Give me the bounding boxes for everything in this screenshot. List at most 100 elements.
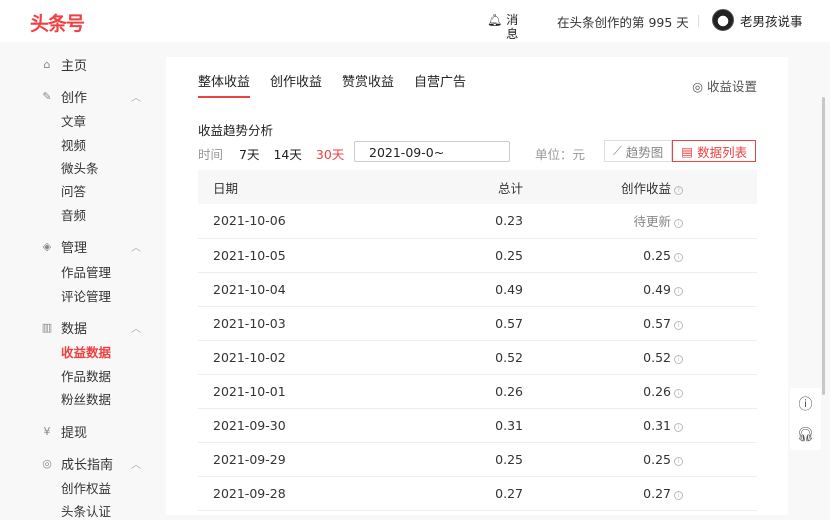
layers-icon: ◈: [42, 240, 52, 253]
range-30d[interactable]: 30天: [316, 144, 344, 163]
unit-label: 单位：元: [535, 147, 586, 162]
table-row: 2021-09-30 0.31 0.31 i: [198, 408, 757, 443]
creation-days: 在头条创作的第 995 天: [557, 15, 689, 30]
yen-icon: ¥: [43, 425, 51, 438]
trend-view-button[interactable]: ⟋ 趋势图: [604, 140, 673, 162]
cell-date: 2021-09-29: [198, 442, 403, 477]
list-view-button[interactable]: ▤ 数据列表: [672, 140, 757, 162]
line-chart-icon: ⟋: [613, 143, 622, 158]
help-icon[interactable]: ?: [674, 185, 683, 195]
sidebar-item-home[interactable]: ⌂ 主页: [40, 55, 88, 74]
messages-button[interactable]: 🔔︎ 消息: [487, 13, 519, 41]
headset-icon[interactable]: 🎧︎: [790, 419, 821, 450]
growth-icon: ◎: [42, 457, 52, 470]
cell-date: 2021-10-03: [198, 306, 403, 341]
chevron-up-icon[interactable]: ︿: [131, 89, 141, 104]
logo[interactable]: 头条号: [30, 9, 85, 36]
settings-icon: ◎: [692, 79, 703, 94]
income-table: 日期 总计 创作收益? 2021-10-06 0.23 待更新 i 2021-10-05…: [198, 170, 757, 511]
info-icon[interactable]: i: [674, 422, 683, 432]
cell-total: 0.26: [403, 374, 523, 409]
sidebar-item-works-data[interactable]: 作品数据: [61, 366, 111, 385]
cell-creation: 待更新 i: [523, 204, 757, 239]
table-row: 2021-10-06 0.23 待更新 i: [198, 204, 757, 239]
username: 老男孩说事: [740, 13, 803, 29]
tab-overall[interactable]: 整体收益: [198, 71, 251, 98]
info-icon[interactable]: i: [674, 388, 683, 398]
sidebar-item-growth[interactable]: ◎ 成长指南: [40, 454, 113, 473]
cell-total: 0.52: [403, 340, 523, 375]
cell-total: 0.23: [403, 204, 523, 239]
range-14d[interactable]: 14天: [273, 144, 301, 163]
sidebar-item-manage[interactable]: ◈ 管理: [40, 237, 87, 256]
sidebar-item-verification[interactable]: 头条认证: [61, 501, 111, 520]
cell-total: 0.27: [403, 476, 523, 511]
col-creation: 创作收益?: [523, 170, 757, 204]
sidebar-item-video[interactable]: 视频: [61, 135, 86, 154]
top-header: 头条号 🔔︎ 消息 在头条创作的第 995 天 老男孩说事: [0, 0, 830, 42]
cell-date: 2021-09-30: [198, 408, 403, 443]
range-7d[interactable]: 7天: [239, 144, 259, 163]
cell-date: 2021-10-04: [198, 272, 403, 307]
sidebar-item-article[interactable]: 文章: [61, 111, 86, 130]
info-icon[interactable]: i: [674, 490, 683, 500]
cell-total: 0.25: [403, 442, 523, 477]
sidebar-item-qa[interactable]: 问答: [61, 181, 86, 200]
cell-date: 2021-10-02: [198, 340, 403, 375]
cell-date: 2021-10-06: [198, 204, 403, 239]
sidebar-item-data[interactable]: ▥ 数据: [40, 318, 87, 337]
user-menu[interactable]: 老男孩说事: [712, 9, 803, 31]
sidebar-item-comments-manage[interactable]: 评论管理: [61, 286, 111, 305]
sidebar-item-income-data[interactable]: 收益数据: [61, 342, 111, 361]
chevron-up-icon[interactable]: ︿: [131, 456, 141, 471]
table-row: 2021-10-04 0.49 0.49 i: [198, 272, 757, 307]
tab-ads[interactable]: 自营广告: [414, 71, 466, 98]
sidebar-item-works-manage[interactable]: 作品管理: [61, 262, 111, 281]
bar-chart-icon: ▥: [41, 321, 53, 334]
info-icon[interactable]: i: [674, 354, 683, 364]
time-filter: 时间 7天 14天 30天: [198, 144, 358, 163]
cell-total: 0.25: [403, 238, 523, 273]
cell-creation: 0.27 i: [523, 476, 757, 511]
sidebar-item-fans-data[interactable]: 粉丝数据: [61, 389, 111, 408]
sidebar-item-weitoutiao[interactable]: 微头条: [61, 158, 99, 177]
income-settings-button[interactable]: ◎ 收益设置: [692, 76, 757, 95]
info-icon[interactable]: i: [674, 286, 683, 296]
section-title: 收益趋势分析: [198, 123, 274, 138]
scrollbar[interactable]: [822, 97, 825, 395]
cell-creation: 0.49 i: [523, 272, 757, 307]
sidebar-item-audio[interactable]: 音频: [61, 205, 86, 224]
date-range-input[interactable]: 2021-09-0~: [354, 141, 510, 162]
info-icon[interactable]: i: [674, 219, 683, 229]
chevron-up-icon[interactable]: ︿: [131, 320, 141, 335]
avatar: [712, 9, 734, 31]
help-icon[interactable]: ⓘ: [790, 388, 821, 419]
floating-tools: ⓘ 🎧︎: [790, 388, 821, 450]
sidebar-item-withdraw[interactable]: ¥ 提现: [40, 422, 88, 441]
chevron-up-icon[interactable]: ︿: [131, 239, 141, 254]
table-row: 2021-09-29 0.25 0.25 i: [198, 442, 757, 477]
bell-icon: 🔔︎: [487, 13, 503, 27]
table-icon: ▤: [681, 143, 694, 159]
pen-icon: ✎: [42, 90, 52, 103]
cell-creation: 0.57 i: [523, 306, 757, 341]
cell-creation: 0.25 i: [523, 238, 757, 273]
info-icon[interactable]: i: [674, 456, 683, 466]
home-icon: ⌂: [43, 58, 51, 71]
tab-creation[interactable]: 创作收益: [270, 71, 322, 98]
cell-date: 2021-09-28: [198, 476, 403, 511]
main-card: 整体收益 创作收益 赞赏收益 自营广告 ◎ 收益设置 收益趋势分析 时间 7天 …: [166, 57, 788, 515]
col-total: 总计: [403, 170, 523, 204]
cell-creation: 0.26 i: [523, 374, 757, 409]
cell-creation: 0.31 i: [523, 408, 757, 443]
info-icon[interactable]: i: [674, 320, 683, 330]
sidebar-item-create[interactable]: ✎ 创作: [40, 87, 87, 106]
divider: [698, 15, 699, 27]
tab-tips[interactable]: 赞赏收益: [342, 71, 394, 98]
cell-total: 0.57: [403, 306, 523, 341]
cell-total: 0.31: [403, 408, 523, 443]
info-icon[interactable]: i: [674, 252, 683, 262]
cell-creation: 0.25 i: [523, 442, 757, 477]
sidebar-item-creator-rights[interactable]: 创作权益: [61, 478, 111, 497]
table-row: 2021-10-03 0.57 0.57 i: [198, 306, 757, 341]
